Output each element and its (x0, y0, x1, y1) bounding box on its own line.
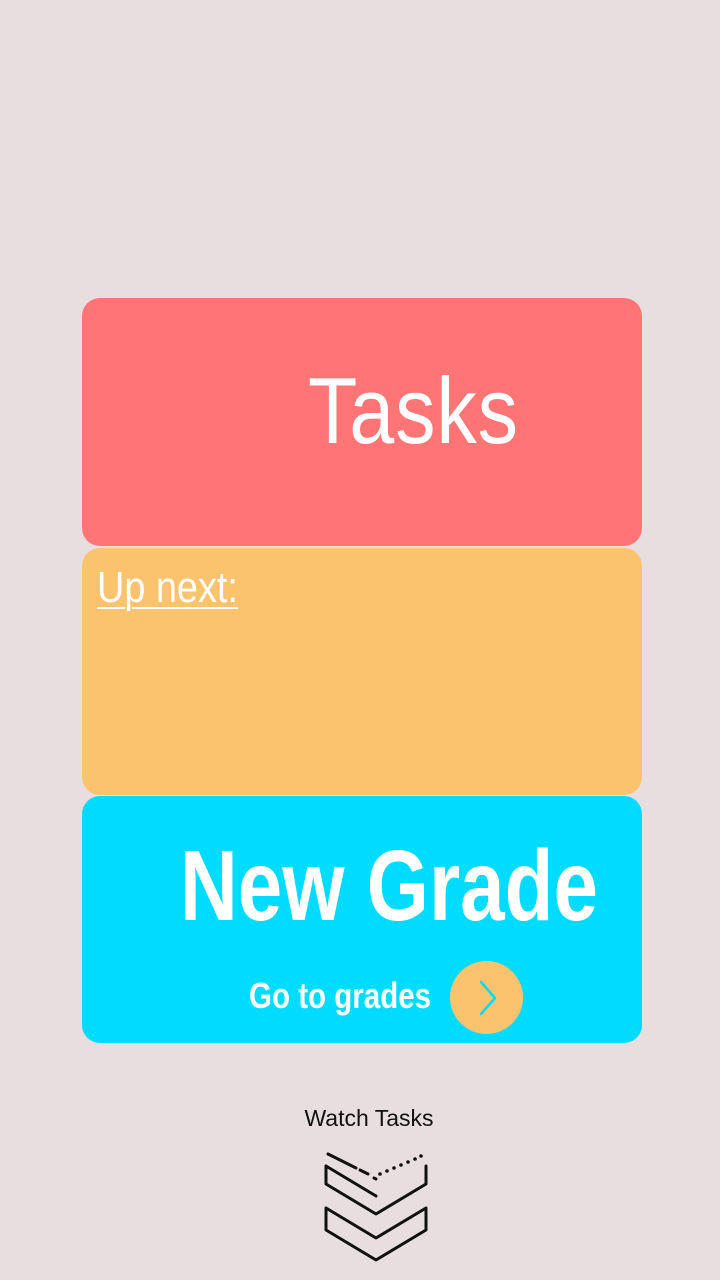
stacked-chevrons-logo-icon (324, 1152, 428, 1262)
tasks-title: Tasks (308, 358, 519, 463)
new-grade-card[interactable]: New Grade Go to grades (82, 796, 642, 1043)
go-to-grades-button[interactable] (450, 961, 523, 1034)
up-next-card[interactable]: Up next: (82, 548, 642, 795)
up-next-label: Up next: (97, 563, 238, 612)
tasks-card[interactable]: Tasks (82, 298, 642, 546)
go-to-grades-link[interactable]: Go to grades (249, 978, 431, 1014)
app-name-label: Watch Tasks (304, 1105, 434, 1131)
chevron-right-icon (479, 980, 496, 1015)
new-grade-headline: New Grade (180, 830, 598, 942)
